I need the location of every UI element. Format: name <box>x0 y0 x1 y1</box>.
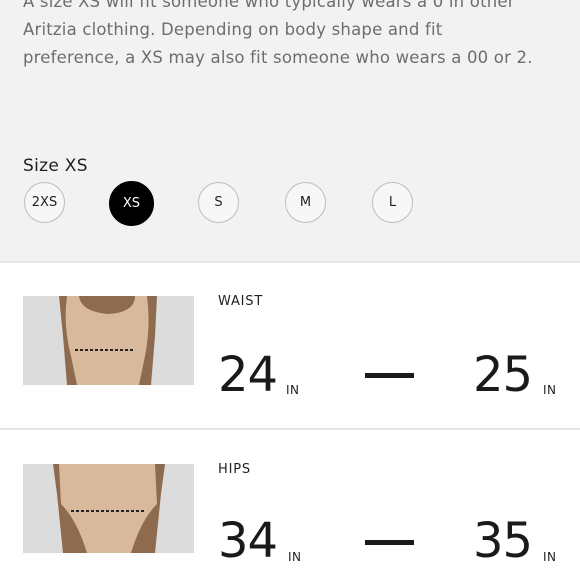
hips-min-unit: IN <box>288 550 302 564</box>
size-description-line: Aritzia clothing. Depending on body shap… <box>23 20 443 39</box>
range-dash <box>365 373 414 378</box>
hips-measurement-image <box>23 464 194 553</box>
waist-min-value: 24 <box>218 347 278 403</box>
section-divider <box>0 261 580 263</box>
size-option-m[interactable]: M <box>285 182 326 223</box>
waist-label: WAIST <box>218 294 264 309</box>
size-description-line: preference, a XS may also fit someone wh… <box>23 48 533 67</box>
section-divider <box>0 428 580 430</box>
waist-max-unit: IN <box>543 383 557 397</box>
hips-max-unit: IN <box>543 550 557 564</box>
size-option-l[interactable]: L <box>372 182 413 223</box>
size-description: A size XS will fit someone who typically… <box>23 0 563 72</box>
size-option-2xs[interactable]: 2XS <box>24 182 65 223</box>
range-dash <box>365 540 414 545</box>
hips-max-value: 35 <box>473 513 533 569</box>
size-description-line: A size XS will fit someone who typically… <box>23 0 515 11</box>
waist-min-unit: IN <box>286 383 300 397</box>
hips-min-value: 34 <box>218 513 278 569</box>
waist-measurement-image <box>23 296 194 385</box>
size-option-s[interactable]: S <box>198 182 239 223</box>
size-option-xs[interactable]: XS <box>109 181 154 226</box>
waist-max-value: 25 <box>473 347 533 403</box>
size-info-panel: A size XS will fit someone who typically… <box>0 0 580 261</box>
selected-size-heading: Size XS <box>23 156 88 176</box>
hips-label: HIPS <box>218 462 251 477</box>
